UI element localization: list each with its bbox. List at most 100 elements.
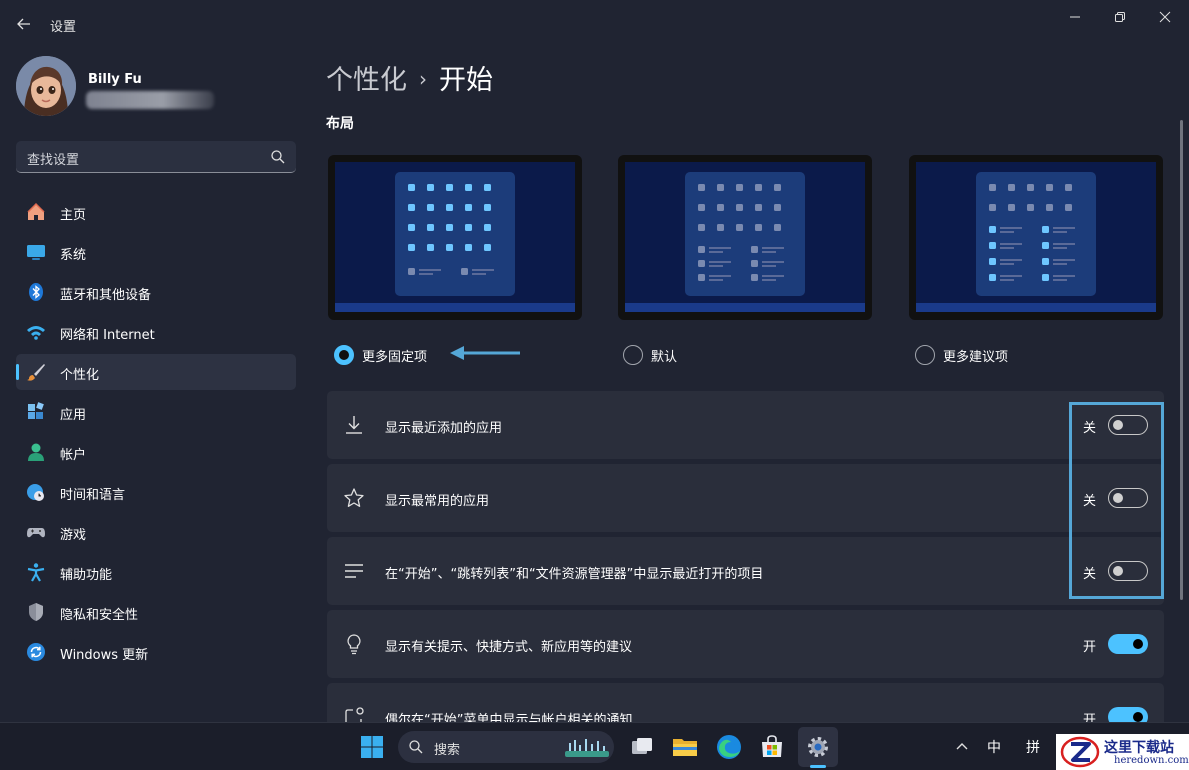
task-view-button[interactable] bbox=[628, 733, 656, 761]
taskbar-search-label: 搜索 bbox=[434, 743, 461, 758]
sidebar-item-apps[interactable]: 应用 bbox=[16, 394, 296, 430]
setting-account-notifications[interactable]: 偶尔在“开始”菜单中显示与帐户相关的通知 开 bbox=[327, 683, 1164, 722]
minimize-icon bbox=[1070, 16, 1080, 18]
toggle-state-label: 开 bbox=[1082, 713, 1096, 722]
edge-browser-button[interactable] bbox=[715, 733, 743, 761]
setting-most-used-apps[interactable]: 显示最常用的应用 关 bbox=[327, 464, 1164, 532]
watermark-subtitle: heredown.com bbox=[1114, 755, 1189, 766]
restore-icon bbox=[1115, 12, 1125, 22]
sidebar-item-network[interactable]: 网络和 Internet bbox=[16, 314, 296, 350]
more-recommendations-grid bbox=[989, 184, 1075, 281]
sidebar-item-gaming[interactable]: 游戏 bbox=[16, 514, 296, 550]
download-icon bbox=[343, 414, 365, 436]
start-button[interactable] bbox=[358, 733, 386, 761]
toggle-knob bbox=[1133, 639, 1143, 649]
sidebar-item-bluetooth[interactable]: 蓝牙和其他设备 bbox=[16, 274, 296, 310]
avatar[interactable] bbox=[16, 56, 76, 116]
highlight-annotation-box bbox=[1069, 402, 1164, 599]
windows-logo-icon bbox=[361, 736, 383, 758]
brush-icon bbox=[26, 362, 46, 382]
star-icon bbox=[343, 487, 365, 509]
search-icon bbox=[408, 739, 424, 755]
preview-taskbar bbox=[335, 303, 575, 312]
file-explorer-button[interactable] bbox=[671, 733, 699, 761]
settings-window: 设置 Billy Fu 查找设置 主页 系统 蓝牙和其他设备 网络和 Inter… bbox=[0, 0, 1189, 722]
breadcrumb-separator: › bbox=[419, 67, 427, 91]
back-arrow-icon[interactable] bbox=[14, 14, 34, 34]
setting-recently-added-apps[interactable]: 显示最近添加的应用 关 bbox=[327, 391, 1164, 459]
toggle-switch[interactable] bbox=[1108, 707, 1148, 722]
chevron-up-icon[interactable] bbox=[954, 739, 970, 755]
home-icon bbox=[26, 202, 46, 222]
radio-button[interactable] bbox=[623, 345, 643, 365]
shield-icon bbox=[26, 602, 46, 622]
sidebar-item-home[interactable]: 主页 bbox=[16, 194, 296, 230]
account-icon bbox=[26, 442, 46, 462]
restore-button[interactable] bbox=[1097, 6, 1143, 28]
search-icon[interactable] bbox=[270, 149, 286, 165]
sidebar-item-time-language[interactable]: 时间和语言 bbox=[16, 474, 296, 510]
folder-icon bbox=[673, 739, 697, 756]
app-title: 设置 bbox=[50, 20, 77, 35]
more-pins-grid bbox=[408, 184, 494, 275]
edge-icon bbox=[717, 735, 741, 759]
layout-preview-default[interactable] bbox=[618, 155, 872, 320]
gear-icon bbox=[808, 737, 828, 757]
section-title-layout: 布局 bbox=[326, 116, 354, 132]
layout-preview-more-recommendations[interactable] bbox=[909, 155, 1163, 320]
lightbulb-icon bbox=[343, 633, 365, 655]
watermark-logo: 这里下载站 heredown.com bbox=[1056, 734, 1189, 770]
sidebar-item-privacy[interactable]: 隐私和安全性 bbox=[16, 594, 296, 630]
default-grid bbox=[698, 184, 784, 281]
setting-recent-items[interactable]: 在“开始”、“跳转列表”和“文件资源管理器”中显示最近打开的项目 关 bbox=[327, 537, 1164, 605]
list-icon bbox=[343, 560, 365, 582]
toggle-state-label: 开 bbox=[1082, 640, 1096, 655]
taskbar-search-box[interactable]: 搜索 bbox=[398, 731, 614, 763]
start-panel-preview bbox=[685, 172, 805, 296]
globe-clock-icon bbox=[26, 482, 46, 502]
layout-preview-more-pins[interactable] bbox=[328, 155, 582, 320]
search-input[interactable]: 查找设置 bbox=[16, 141, 296, 173]
minimize-button[interactable] bbox=[1052, 6, 1098, 28]
sidebar-nav: 主页 系统 蓝牙和其他设备 网络和 Internet 个性化 应用 帐户 时间和… bbox=[16, 194, 296, 674]
setting-tips-suggestions[interactable]: 显示有关提示、快捷方式、新应用等的建议 开 bbox=[327, 610, 1164, 678]
sidebar-item-accessibility[interactable]: 辅助功能 bbox=[16, 554, 296, 590]
close-button[interactable] bbox=[1142, 6, 1188, 28]
radio-button-checked[interactable] bbox=[334, 345, 354, 365]
taskbar-active-indicator bbox=[810, 765, 826, 768]
bluetooth-icon bbox=[26, 282, 46, 302]
layout-screen bbox=[625, 162, 865, 312]
start-panel-preview bbox=[395, 172, 515, 296]
gamepad-icon bbox=[26, 522, 46, 542]
preview-taskbar bbox=[916, 303, 1156, 312]
user-email-blurred bbox=[86, 91, 214, 109]
ime-mode-indicator[interactable]: 中 bbox=[987, 737, 1001, 757]
apps-icon bbox=[26, 402, 46, 422]
start-panel-preview bbox=[976, 172, 1096, 296]
taskbar: 搜索 中 拼 bbox=[0, 722, 1189, 770]
sidebar-item-accounts[interactable]: 帐户 bbox=[16, 434, 296, 470]
sidebar-item-personalization[interactable]: 个性化 bbox=[16, 354, 296, 390]
ime-pinyin-indicator[interactable]: 拼 bbox=[1026, 737, 1040, 757]
toggle-switch[interactable] bbox=[1108, 634, 1148, 654]
microsoft-store-button[interactable] bbox=[758, 733, 786, 761]
monitor-icon bbox=[26, 242, 46, 262]
settings-app-button[interactable] bbox=[804, 733, 832, 761]
watermark-z-icon bbox=[1060, 736, 1100, 768]
breadcrumb: 个性化 › 开始 bbox=[326, 58, 493, 97]
sidebar-item-system[interactable]: 系统 bbox=[16, 234, 296, 270]
sidebar-item-windows-update[interactable]: Windows 更新 bbox=[16, 634, 296, 670]
close-icon bbox=[1159, 11, 1171, 23]
page-title: 开始 bbox=[439, 65, 493, 96]
accessibility-icon bbox=[26, 562, 46, 582]
scrollbar[interactable] bbox=[1180, 120, 1183, 600]
watermark-title: 这里下载站 bbox=[1104, 740, 1174, 756]
user-name: Billy Fu bbox=[88, 72, 142, 87]
task-view-icon bbox=[632, 738, 652, 754]
title-bar: 设置 bbox=[0, 0, 1189, 46]
breadcrumb-parent[interactable]: 个性化 bbox=[326, 65, 407, 96]
notification-icon bbox=[343, 706, 365, 722]
radio-button[interactable] bbox=[915, 345, 935, 365]
active-indicator bbox=[16, 364, 19, 380]
arrow-annotation-icon bbox=[450, 346, 520, 360]
